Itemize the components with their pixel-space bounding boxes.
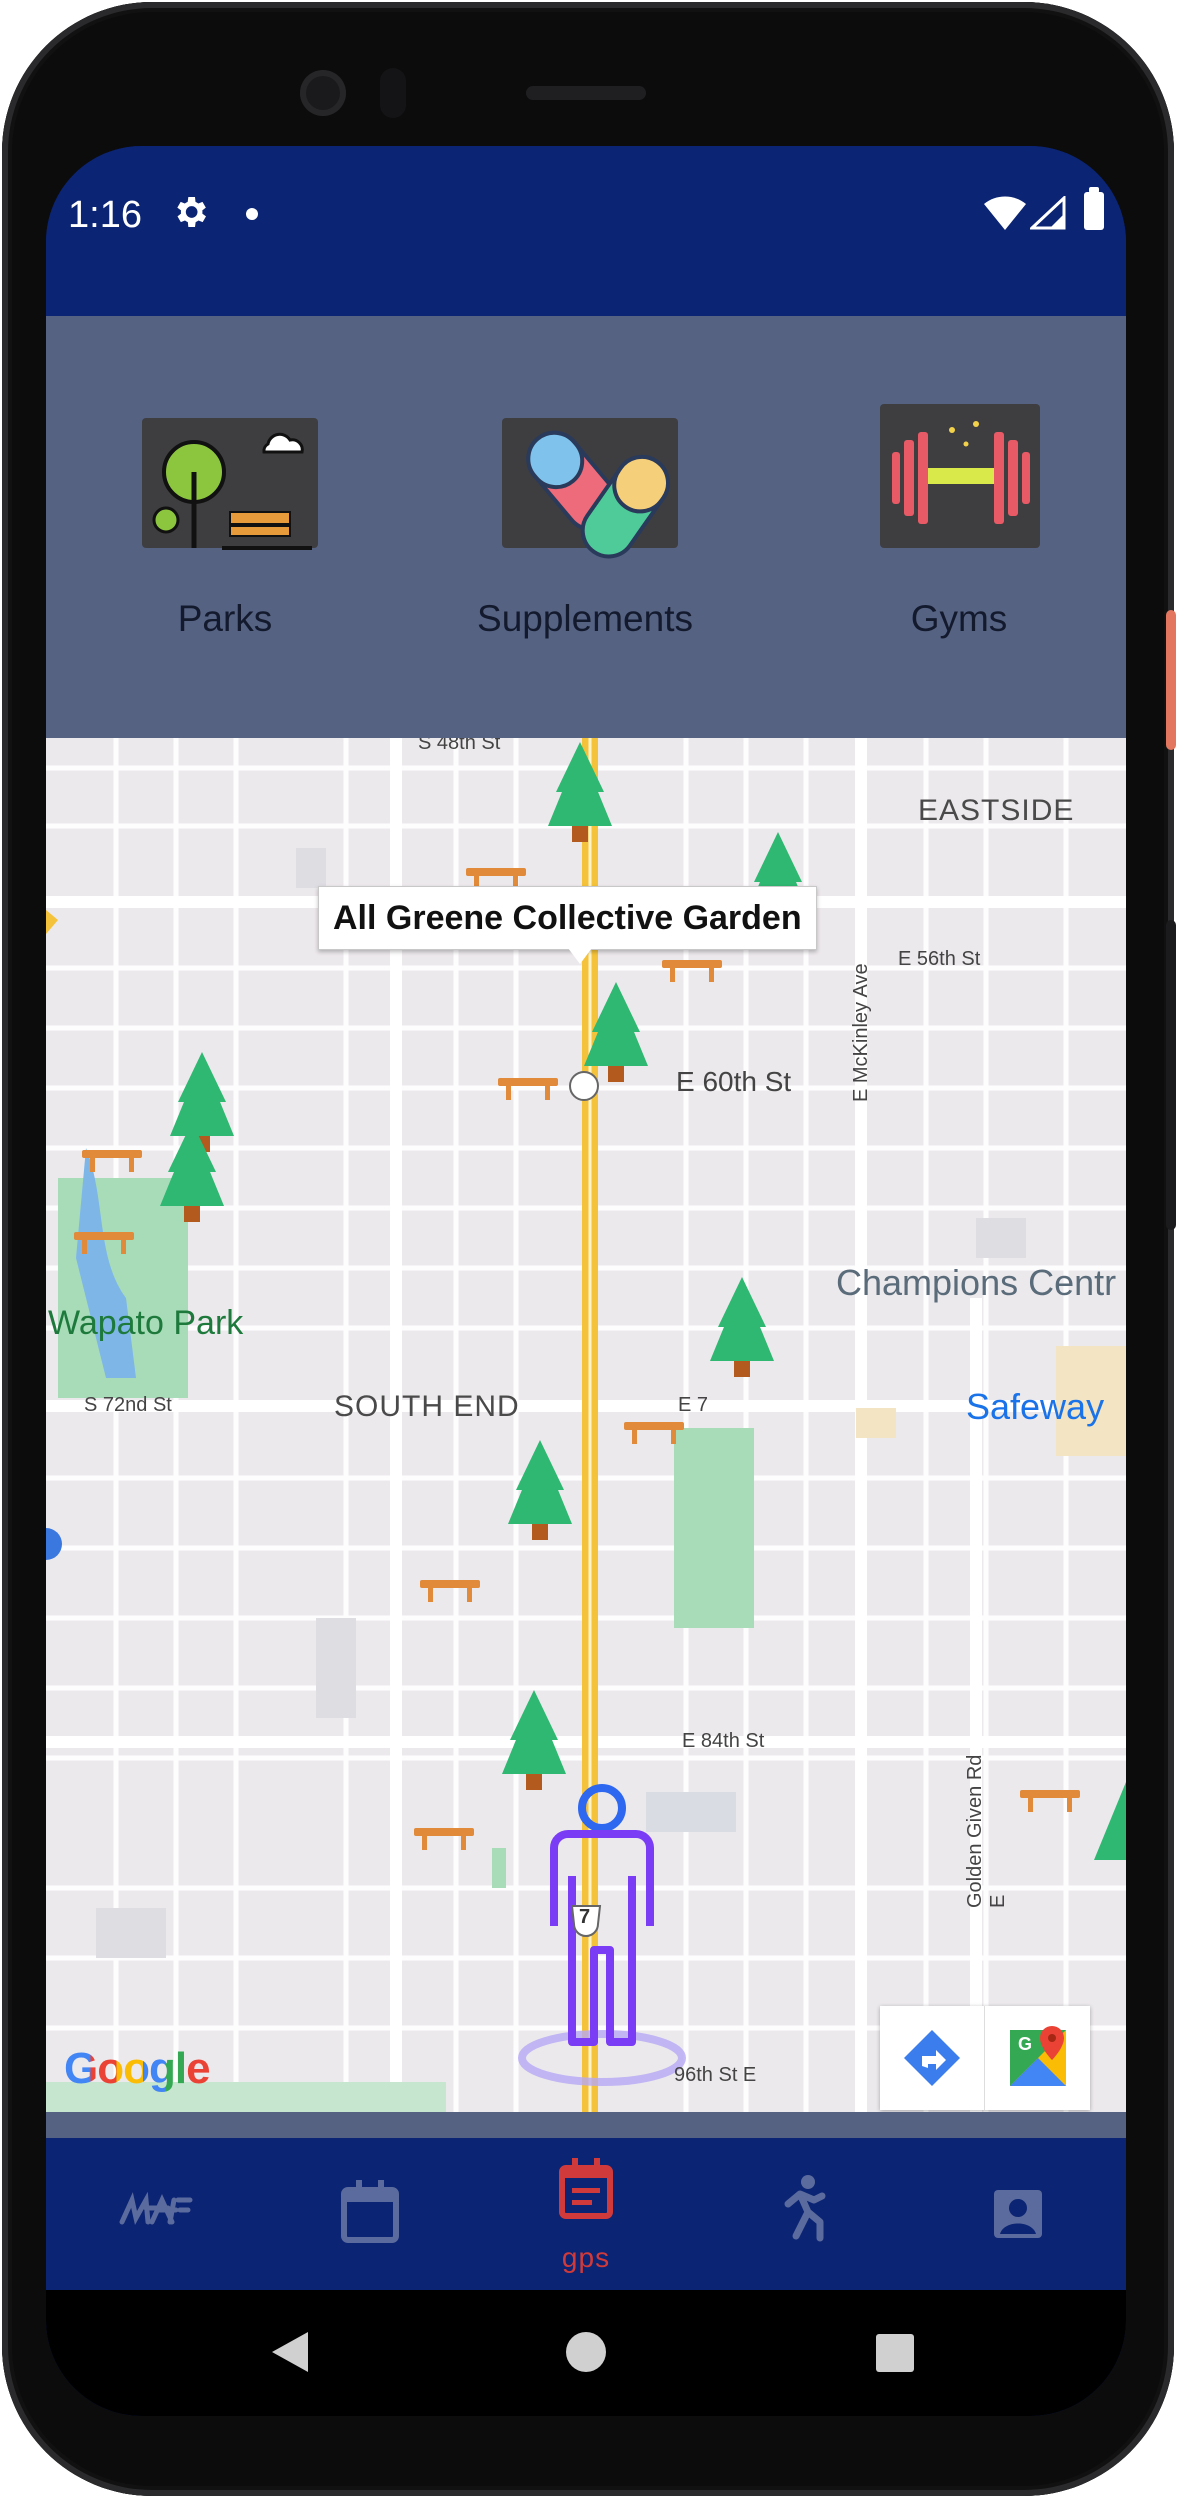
wifi-icon bbox=[984, 196, 1026, 230]
callout-pointer bbox=[568, 948, 592, 964]
signature-logo-icon bbox=[119, 2191, 193, 2225]
place-champions-centr[interactable]: Champions Centr bbox=[836, 1262, 1116, 1304]
nav-divider bbox=[46, 2112, 1126, 2138]
selected-place-callout[interactable]: All Greene Collective Garden bbox=[318, 886, 817, 950]
directions-button[interactable] bbox=[880, 2006, 984, 2110]
category-gyms[interactable]: Gyms bbox=[834, 376, 1084, 676]
category-supplements[interactable]: Supplements bbox=[460, 376, 710, 676]
signal-icon bbox=[1030, 196, 1066, 230]
street-e-56th: E 56th St bbox=[898, 948, 981, 970]
front-camera bbox=[300, 70, 346, 116]
map-view[interactable]: All Greene Collective Garden EASTSIDE SO… bbox=[46, 738, 1126, 2112]
nav-label-gps: gps bbox=[561, 2242, 611, 2273]
category-strip: Parks Supplements Gyms bbox=[46, 316, 1126, 738]
power-button bbox=[1166, 610, 1176, 750]
street-e-84th: E 84th St bbox=[682, 1730, 765, 1752]
place-wapato-park[interactable]: Wapato Park bbox=[48, 1304, 243, 1343]
directions-icon bbox=[904, 2030, 960, 2086]
back-icon[interactable] bbox=[268, 2330, 312, 2374]
running-icon bbox=[784, 2175, 826, 2242]
system-navigation bbox=[46, 2290, 1126, 2416]
status-bar: 1:16 bbox=[46, 146, 1126, 316]
account-box-icon bbox=[994, 2190, 1042, 2238]
street-s-48th: S 48th St bbox=[418, 738, 501, 754]
google-maps-icon: G bbox=[1010, 2026, 1066, 2086]
home-icon[interactable] bbox=[564, 2330, 608, 2374]
bench-markers bbox=[74, 868, 1080, 1850]
area-label-south-end: SOUTH END bbox=[334, 1390, 520, 1423]
nav-item-home[interactable] bbox=[46, 2138, 262, 2290]
nav-item-profile[interactable] bbox=[910, 2138, 1126, 2290]
map-toolbar: G bbox=[880, 2006, 1090, 2110]
open-maps-button[interactable]: G bbox=[986, 2006, 1090, 2110]
volume-button bbox=[1166, 920, 1176, 1230]
battery-icon bbox=[1084, 187, 1104, 230]
screen: 1:16 Parks Supplements Gyms All Greene C… bbox=[46, 146, 1126, 2416]
calendar-icon bbox=[341, 2180, 399, 2243]
street-96th: 96th St E bbox=[674, 2064, 757, 2086]
status-time: 1:16 bbox=[68, 194, 142, 236]
place-safeway[interactable]: Safeway bbox=[966, 1386, 1104, 1428]
sensor bbox=[380, 68, 406, 118]
street-e-mckinley: E McKinley Ave bbox=[850, 963, 872, 1102]
route-shield-label: 7 bbox=[579, 1906, 591, 1928]
notification-dot-icon bbox=[246, 208, 258, 220]
park-bench-tree-icon bbox=[142, 418, 318, 550]
earpiece-speaker bbox=[526, 86, 646, 100]
nav-item-calendar[interactable] bbox=[262, 2138, 478, 2290]
pills-icon bbox=[502, 418, 678, 559]
street-e-7: E 7 bbox=[678, 1394, 709, 1416]
recents-icon[interactable] bbox=[874, 2332, 916, 2374]
dumbbell-icon bbox=[880, 404, 1040, 548]
street-golden-given: Golden Given Rd E bbox=[964, 1754, 1009, 1908]
category-label: Gyms bbox=[910, 598, 1008, 639]
svg-text:G: G bbox=[1018, 2034, 1032, 2054]
street-e-60th: E 60th St bbox=[676, 1066, 792, 1097]
bottom-navigation: gps bbox=[46, 2138, 1126, 2290]
nav-item-activity[interactable] bbox=[694, 2138, 910, 2290]
category-label: Parks bbox=[177, 598, 273, 639]
gear-icon bbox=[177, 197, 206, 227]
category-label: Supplements bbox=[477, 598, 693, 639]
area-label-eastside: EASTSIDE bbox=[918, 794, 1075, 827]
user-location-marker bbox=[518, 1784, 686, 2086]
google-attribution: Google bbox=[64, 2044, 211, 2093]
street-s-72nd: S 72nd St bbox=[84, 1394, 172, 1416]
nav-item-gps[interactable]: gps bbox=[478, 2138, 694, 2290]
category-parks[interactable]: Parks bbox=[100, 376, 350, 676]
